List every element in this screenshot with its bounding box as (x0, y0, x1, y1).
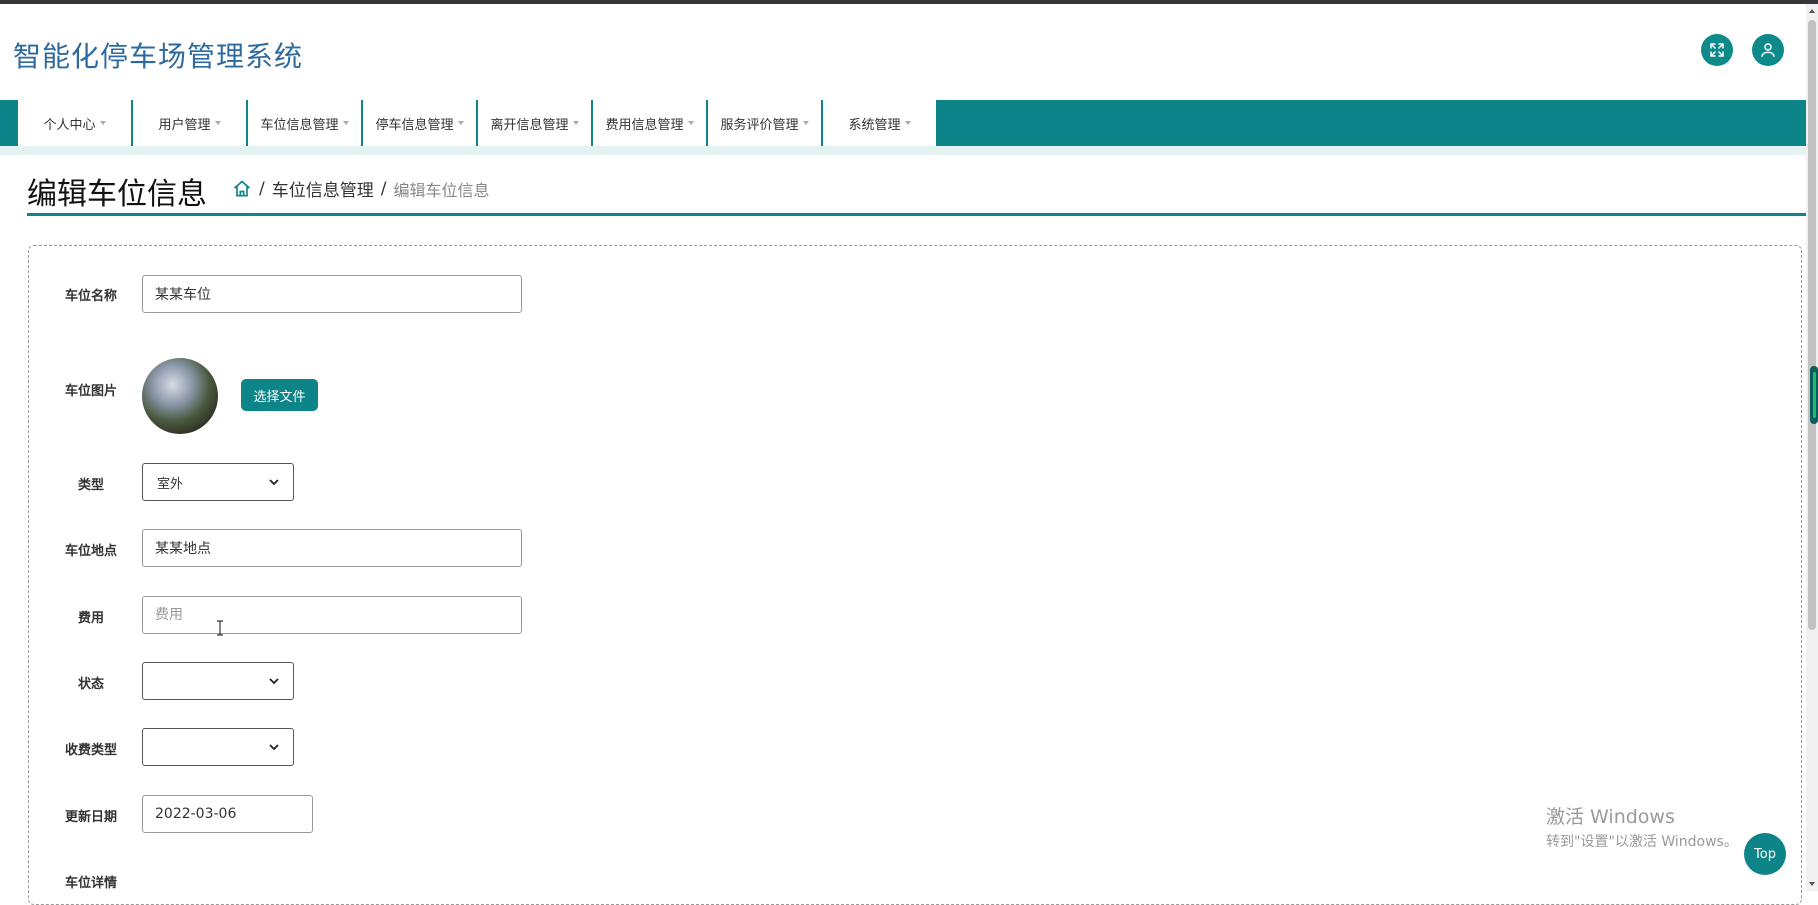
page-title: 编辑车位信息 (27, 177, 207, 212)
nav-item-parking-record-management[interactable]: 停车信息管理 (363, 100, 476, 146)
parking-space-image (142, 358, 218, 434)
fee-input[interactable] (142, 596, 522, 634)
location-label: 车位地点 (64, 544, 117, 559)
fee-label: 费用 (77, 611, 104, 626)
charge-type-select[interactable] (142, 728, 294, 766)
type-select[interactable]: 室外 (142, 463, 294, 501)
name-input[interactable] (142, 275, 522, 313)
caret-down-icon (342, 121, 349, 125)
nav-item-system-management[interactable]: 系统管理 (823, 100, 936, 146)
page-scrollbar[interactable] (1806, 4, 1818, 891)
nav-item-parking-space-management[interactable]: 车位信息管理 (248, 100, 361, 146)
app-title: 智能化停车场管理系统 (13, 40, 304, 73)
caret-down-icon (687, 121, 694, 125)
windows-activation-watermark: 激活 Windows 转到"设置"以激活 Windows。 (1546, 802, 1738, 851)
breadcrumb-parking-space-management[interactable]: 车位信息管理 (272, 176, 374, 201)
scroll-down-arrow-icon[interactable] (1809, 882, 1815, 886)
nav-item-departure-management[interactable]: 离开信息管理 (478, 100, 591, 146)
user-icon (1761, 43, 1775, 57)
watermark-title: 激活 Windows (1546, 806, 1675, 828)
user-menu-button[interactable] (1752, 34, 1784, 66)
scroll-up-arrow-icon[interactable] (1809, 9, 1815, 13)
text-cursor-icon (217, 620, 223, 636)
breadcrumb-separator: / (380, 178, 387, 199)
nav-item-personal-center[interactable]: 个人中心 (18, 100, 131, 146)
details-label: 车位详情 (64, 876, 117, 891)
nav-item-user-management[interactable]: 用户管理 (133, 100, 246, 146)
update-date-label: 更新日期 (64, 810, 117, 825)
side-widget-tab[interactable] (1810, 366, 1818, 424)
name-label: 车位名称 (64, 289, 117, 304)
breadcrumb-separator: / (259, 178, 265, 199)
charge-type-label: 收费类型 (64, 743, 117, 758)
caret-down-icon (214, 121, 221, 125)
expand-arrows-icon (1710, 43, 1724, 57)
status-select[interactable] (142, 662, 294, 700)
caret-down-icon (457, 121, 464, 125)
back-to-top-button[interactable]: Top (1744, 833, 1786, 875)
title-divider (27, 213, 1806, 216)
watermark-subtitle: 转到"设置"以激活 Windows。 (1546, 834, 1738, 850)
chevron-down-icon (269, 744, 279, 751)
caret-down-icon (802, 121, 809, 125)
caret-down-icon (572, 121, 579, 125)
type-label: 类型 (77, 478, 104, 493)
chevron-down-icon (269, 678, 279, 685)
update-date-input[interactable] (142, 795, 313, 833)
breadcrumb: / 车位信息管理 / 编辑车位信息 (232, 176, 489, 201)
location-input[interactable] (142, 529, 522, 567)
nav-item-service-review-management[interactable]: 服务评价管理 (708, 100, 821, 146)
caret-down-icon (99, 121, 106, 125)
browser-top-edge (0, 0, 1818, 4)
nav-underline (0, 146, 1806, 155)
breadcrumb-current: 编辑车位信息 (393, 180, 490, 200)
choose-file-button[interactable]: 选择文件 (241, 379, 318, 411)
image-label: 车位图片 (64, 384, 117, 399)
type-select-value: 室外 (157, 476, 184, 492)
scrollbar-thumb[interactable] (1808, 20, 1816, 630)
nav-item-fee-management[interactable]: 费用信息管理 (593, 100, 706, 146)
status-label: 状态 (77, 677, 104, 692)
caret-down-icon (904, 121, 911, 125)
chevron-down-icon (269, 479, 279, 486)
main-nav: 个人中心 用户管理 车位信息管理 停车信息管理 离开信息管理 费用信息管理 服务… (0, 100, 1806, 146)
home-icon[interactable] (232, 179, 252, 199)
fullscreen-button[interactable] (1701, 34, 1733, 66)
